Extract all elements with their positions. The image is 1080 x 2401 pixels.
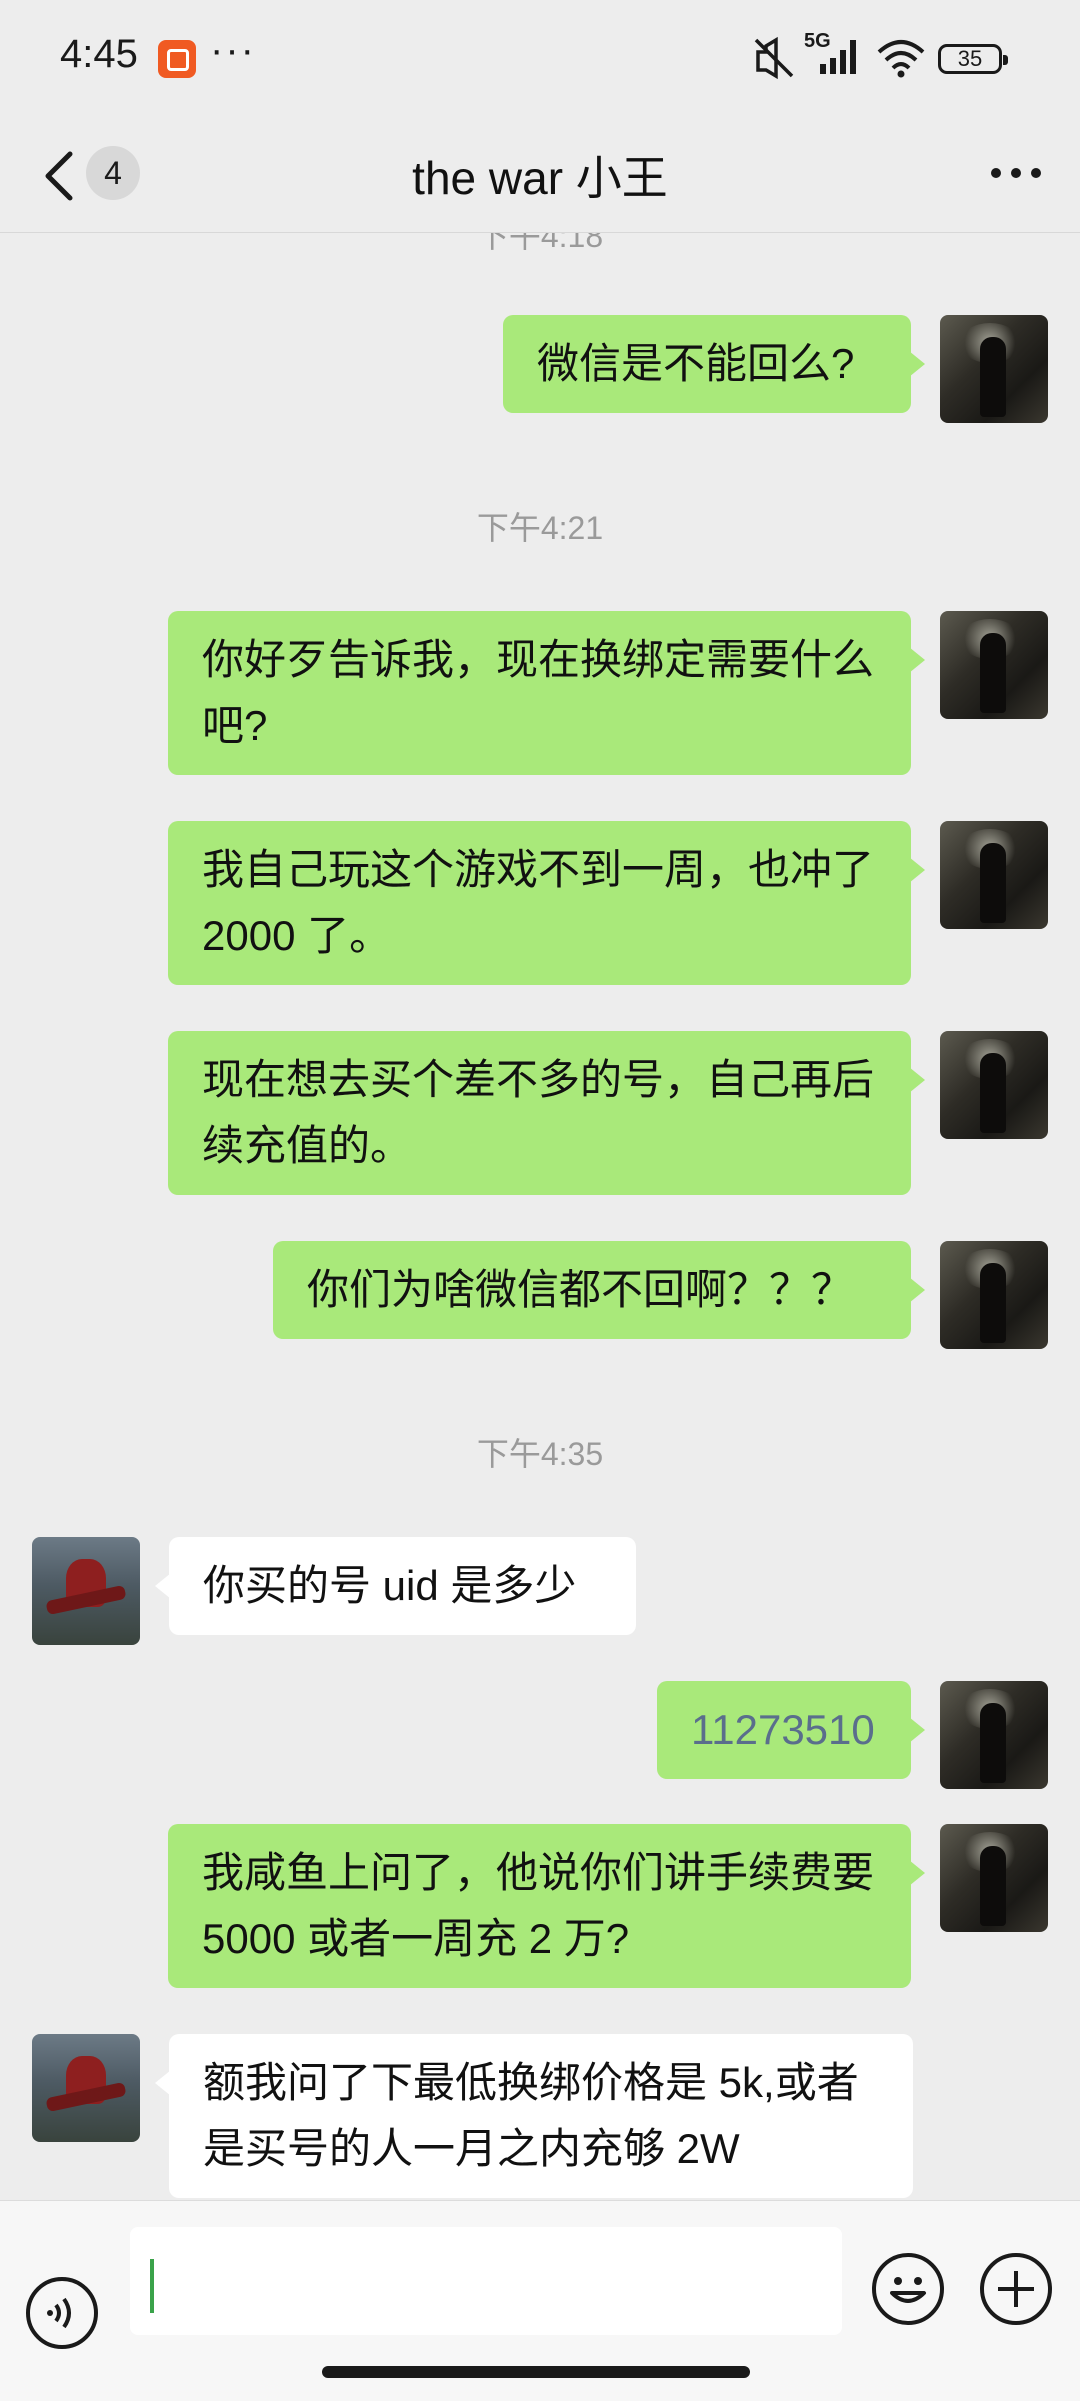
signal-icon xyxy=(820,40,856,74)
emoji-icon[interactable] xyxy=(872,2253,944,2325)
chat-header: 4 the war 小王 xyxy=(0,120,1080,233)
home-indicator[interactable] xyxy=(322,2366,750,2378)
timestamp: 下午4:18 xyxy=(476,233,604,254)
my-avatar[interactable] xyxy=(940,1681,1048,1789)
message-bubble-sent[interactable]: 11273510 xyxy=(657,1681,925,1779)
chat-message-list[interactable]: 下午4:18 微信是不能回么? 下午4:21 你好歹告诉我，现在换绑定需要什么吧… xyxy=(0,233,1080,2200)
chevron-left-icon[interactable] xyxy=(40,146,80,206)
message-bubble-sent[interactable]: 你们为啥微信都不回啊？？？ xyxy=(273,1241,925,1339)
timestamp: 下午4:35 xyxy=(476,1436,604,1472)
status-bar: 4:45 ··· 5G 35 xyxy=(0,0,1080,120)
my-avatar[interactable] xyxy=(940,1241,1048,1349)
status-more-dots: ··· xyxy=(210,28,256,72)
message-bubble-sent[interactable]: 我自己玩这个游戏不到一周，也冲了 2000 了。 xyxy=(168,821,925,985)
message-bubble-sent[interactable]: 你好歹告诉我，现在换绑定需要什么吧? xyxy=(168,611,925,775)
message-bubble-sent[interactable]: 微信是不能回么? xyxy=(503,315,925,413)
timestamp: 下午4:21 xyxy=(476,510,604,546)
message-bubble-sent[interactable]: 我咸鱼上问了，他说你们讲手续费要 5000 或者一周充 2 万? xyxy=(168,1824,925,1988)
chat-title: the war 小王 xyxy=(412,152,668,204)
wifi-icon xyxy=(877,40,925,78)
message-bubble-sent[interactable]: 现在想去买个差不多的号，自己再后续充值的。 xyxy=(168,1031,925,1195)
message-bubble-received[interactable]: 你买的号 uid 是多少 xyxy=(155,1537,636,1635)
status-time: 4:45 xyxy=(60,32,138,76)
contact-avatar[interactable] xyxy=(32,1537,140,1645)
my-avatar[interactable] xyxy=(940,1824,1048,1932)
message-input[interactable] xyxy=(130,2227,842,2335)
my-avatar[interactable] xyxy=(940,821,1048,929)
contact-avatar[interactable] xyxy=(32,2034,140,2142)
more-icon[interactable] xyxy=(986,148,1046,198)
mute-icon xyxy=(754,36,794,80)
plus-icon[interactable] xyxy=(980,2253,1052,2325)
app-notification-icon xyxy=(158,40,196,78)
text-caret xyxy=(150,2259,154,2313)
voice-icon[interactable] xyxy=(26,2277,98,2349)
battery-icon: 35 xyxy=(938,44,1008,74)
my-avatar[interactable] xyxy=(940,611,1048,719)
unread-count-badge[interactable]: 4 xyxy=(86,146,140,200)
my-avatar[interactable] xyxy=(940,315,1048,423)
my-avatar[interactable] xyxy=(940,1031,1048,1139)
message-bubble-received[interactable]: 额我问了下最低换绑价格是 5k,或者是买号的人一月之内充够 2W xyxy=(155,2034,913,2198)
